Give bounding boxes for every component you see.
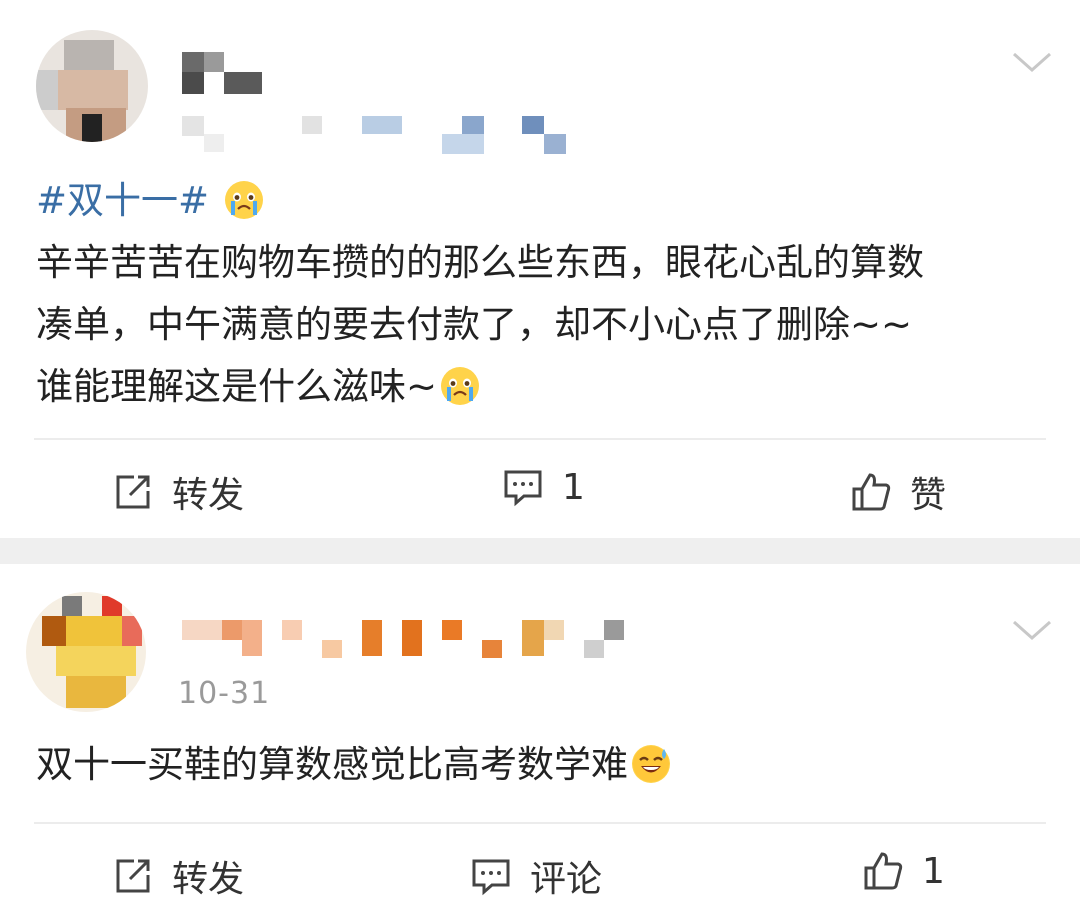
content-line: 谁能理解这是什么滋味~: [36, 356, 924, 418]
post-separator: [0, 538, 1080, 564]
like-label: 赞: [910, 475, 947, 516]
like-button[interactable]: 赞: [850, 466, 946, 518]
post-card: #双十一# 辛辛苦苦在购物车攒的的那么些东西，眼花心乱的算数 凑单，中午满意的要…: [0, 0, 1080, 538]
comment-button[interactable]: 1: [502, 466, 585, 508]
comment-count: 1: [562, 466, 585, 508]
divider: [34, 822, 1046, 824]
like-button[interactable]: 1: [862, 850, 945, 892]
avatar[interactable]: [36, 30, 148, 142]
repost-button[interactable]: 转发: [112, 466, 244, 518]
crying-emoji-icon: [224, 181, 263, 219]
content-text: 谁能理解这是什么滋味~: [36, 365, 438, 408]
repost-button[interactable]: 转发: [112, 850, 244, 902]
chevron-down-icon[interactable]: [1012, 618, 1052, 642]
post-content: #双十一# 辛辛苦苦在购物车攒的的那么些东西，眼花心乱的算数 凑单，中午满意的要…: [36, 170, 924, 418]
crying-emoji-icon: [441, 367, 480, 405]
post-card: 10-31 双十一买鞋的算数感觉比高考数学难 转发 评论 1: [0, 564, 1080, 921]
hashtag-line: #双十一#: [36, 170, 924, 232]
content-line: 双十一买鞋的算数感觉比高考数学难: [36, 734, 670, 796]
like-count: 1: [922, 850, 945, 892]
content-line: 辛辛苦苦在购物车攒的的那么些东西，眼花心乱的算数: [36, 241, 924, 284]
content-line: 凑单，中午满意的要去付款了，却不小心点了删除~~: [36, 303, 913, 346]
repost-icon: [116, 859, 150, 893]
comment-icon: [472, 859, 510, 896]
post-timestamp: 10-31: [178, 676, 271, 711]
repost-label: 转发: [172, 859, 245, 900]
post-content: 双十一买鞋的算数感觉比高考数学难: [36, 734, 670, 796]
comment-button[interactable]: 评论: [470, 850, 602, 902]
chevron-down-icon[interactable]: [1012, 50, 1052, 74]
sweat-smile-emoji-icon: [632, 745, 670, 783]
thumbs-up-icon: [864, 852, 903, 890]
repost-label: 转发: [172, 475, 245, 516]
repost-icon: [116, 475, 150, 509]
hashtag-link[interactable]: #双十一#: [36, 179, 209, 222]
comment-label: 评论: [530, 859, 603, 900]
avatar[interactable]: [26, 592, 146, 712]
content-text: 双十一买鞋的算数感觉比高考数学难: [36, 743, 628, 786]
thumbs-up-icon: [852, 473, 891, 511]
comment-icon: [504, 470, 542, 507]
divider: [34, 438, 1046, 440]
